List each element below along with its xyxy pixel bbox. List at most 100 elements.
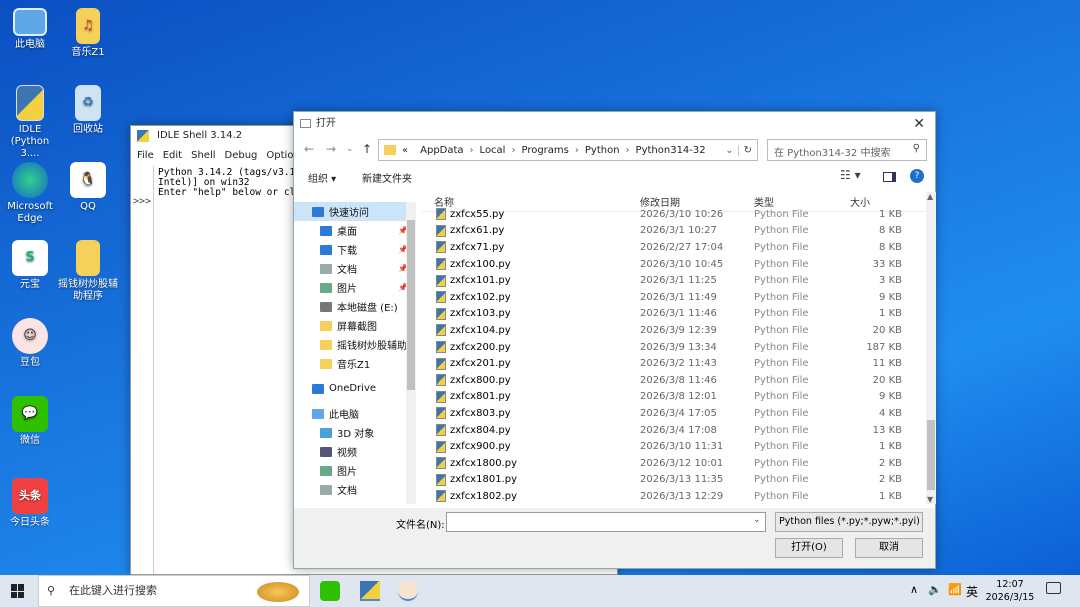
menu-shell[interactable]: Shell — [191, 150, 215, 161]
nav-item[interactable]: 文档 📌 — [294, 259, 416, 278]
clock[interactable]: 12:07 2026/3/15 — [984, 578, 1036, 604]
file-row[interactable]: zxfcx104.py 2026/3/9 12:39 Python File 20 K… — [422, 322, 926, 339]
file-date: 2026/3/1 10:27 — [640, 225, 717, 237]
nav-item[interactable]: 文档 — [294, 480, 416, 499]
desktop-icon-recycle[interactable]: ♻ 回收站 — [58, 85, 118, 136]
view-options-icon[interactable]: ☷ ▾ — [840, 168, 861, 182]
breadcrumb-appdata[interactable]: AppData — [420, 145, 463, 156]
back-arrow-icon[interactable]: ← — [304, 142, 314, 156]
desktop-icon-music[interactable]: ♫ 音乐Z1 — [58, 8, 118, 59]
list-scrollbar[interactable]: ▲ ▼ — [926, 192, 936, 504]
nav-item[interactable]: 摇钱树炒股辅助 — [294, 335, 416, 354]
filename-label: 文件名(N): — [396, 520, 445, 531]
scroll-down-icon[interactable]: ▼ — [927, 495, 933, 504]
desktop-icon-edge[interactable]: Microsoft Edge — [0, 162, 60, 225]
close-icon[interactable]: ✕ — [913, 112, 925, 136]
breadcrumb-python314[interactable]: Python314-32 — [636, 145, 706, 156]
file-name: zxfcx800.py — [450, 374, 511, 386]
breadcrumb-programs[interactable]: Programs — [521, 145, 568, 156]
scroll-up-icon[interactable]: ▲ — [927, 192, 933, 201]
desktop-icon-computer[interactable]: 此电脑 — [0, 8, 60, 51]
nav-item[interactable]: 视频 — [294, 442, 416, 461]
desktop-icon-toutiao[interactable]: 头条 今日头条 — [0, 478, 60, 529]
file-row[interactable]: zxfcx1800.py 2026/3/12 10:01 Python File 2 … — [422, 455, 926, 472]
filename-input[interactable] — [446, 512, 766, 532]
nav-scroll-thumb[interactable] — [407, 220, 415, 390]
file-name: zxfcx804.py — [450, 424, 511, 436]
nav-item[interactable]: 桌面 📌 — [294, 221, 416, 240]
nav-scrollbar[interactable] — [406, 202, 416, 504]
search-input[interactable]: 在 Python314-32 中搜索 ⚲ — [767, 139, 927, 161]
wechat-icon: 💬 — [12, 396, 48, 432]
desktop-icon-wechat[interactable]: 💬 微信 — [0, 396, 60, 447]
file-row[interactable]: zxfcx103.py 2026/3/1 11:46 Python File 1 KB — [422, 306, 926, 323]
file-row[interactable]: zxfcx201.py 2026/3/2 11:43 Python File 11 K… — [422, 355, 926, 372]
file-row[interactable]: zxfcx804.py 2026/3/4 17:08 Python File 13 K… — [422, 422, 926, 439]
cancel-button[interactable]: 取消 — [855, 538, 923, 558]
desktop-icon-stock-folder[interactable]: 摇钱树炒股辅助程序 — [58, 240, 118, 303]
nav-item[interactable]: 屏幕截图 — [294, 316, 416, 335]
nav-item[interactable]: 音乐Z1 — [294, 354, 416, 373]
network-icon[interactable]: 📶 — [948, 583, 962, 596]
ime-indicator[interactable]: 英 — [966, 583, 978, 600]
file-row[interactable]: zxfcx55.py 2026/3/10 10:26 Python File 1 KB — [422, 206, 926, 223]
file-row[interactable]: zxfcx1802.py 2026/3/13 12:29 Python File 1 … — [422, 488, 926, 504]
open-button[interactable]: 打开(O) — [775, 538, 843, 558]
taskbar-app-icon[interactable] — [398, 581, 418, 601]
file-row[interactable]: zxfcx801.py 2026/3/8 12:01 Python File 9 KB — [422, 389, 926, 406]
menu-file[interactable]: File — [137, 150, 154, 161]
nav-item[interactable]: 下载 📌 — [294, 240, 416, 259]
nav-item[interactable]: 本地磁盘 (E:) — [294, 297, 416, 316]
filename-dropdown-icon[interactable]: ⌄ — [753, 515, 761, 525]
address-bar[interactable]: « AppData › Local › Programs › Python › Pyth… — [378, 139, 758, 161]
up-arrow-icon[interactable]: ↑ — [362, 142, 372, 156]
list-scroll-thumb[interactable] — [927, 420, 935, 490]
file-row[interactable]: zxfcx71.py 2026/2/27 17:04 Python File 8 KB — [422, 239, 926, 256]
windows-start-icon[interactable] — [11, 584, 25, 598]
refresh-icon[interactable]: ↻ — [737, 144, 757, 156]
dialog-titlebar[interactable]: 打开 ✕ — [294, 112, 935, 136]
filetype-select[interactable]: Python files (*.py;*.pyw;*.pyi) — [775, 512, 923, 532]
forward-arrow-icon[interactable]: → — [326, 142, 336, 156]
taskbar-search-placeholder: 在此键入进行搜索 — [69, 584, 157, 597]
nav-item[interactable]: 图片 📌 — [294, 278, 416, 297]
desktop-icon-idle[interactable]: IDLE (Python 3.... — [0, 85, 60, 160]
file-row[interactable]: zxfcx1801.py 2026/3/13 11:35 Python File 2 … — [422, 472, 926, 489]
desktop-icon-yuanbao[interactable]: S 元宝 — [0, 240, 60, 291]
open-file-dialog[interactable]: 打开 ✕ ← → ⌄ ↑ « AppData › Local › Programs ›… — [293, 111, 936, 569]
file-row[interactable]: zxfcx803.py 2026/3/4 17:05 Python File 4 KB — [422, 405, 926, 422]
menu-edit[interactable]: Edit — [163, 150, 182, 161]
taskbar-wechat-icon[interactable] — [320, 581, 340, 601]
file-row[interactable]: zxfcx61.py 2026/3/1 10:27 Python File 8 KB — [422, 223, 926, 240]
nav-item[interactable]: 此电脑 — [294, 404, 416, 423]
nav-item[interactable]: OneDrive — [294, 379, 416, 398]
organize-button[interactable]: 组织 ▾ — [308, 170, 336, 185]
desktop-icon-doubao[interactable]: ☺ 豆包 — [0, 318, 60, 369]
file-row[interactable]: zxfcx200.py 2026/3/9 13:34 Python File 187 … — [422, 339, 926, 356]
notification-icon[interactable] — [1046, 582, 1061, 594]
recent-chevron-icon[interactable]: ⌄ — [346, 144, 354, 154]
taskbar-search-box[interactable]: ⚲ 在此键入进行搜索 — [38, 575, 310, 607]
volume-icon[interactable]: 🔈 — [928, 583, 942, 596]
breadcrumb-python[interactable]: Python — [585, 145, 620, 156]
file-date: 2026/3/12 10:01 — [640, 457, 724, 469]
file-row[interactable]: zxfcx102.py 2026/3/1 11:49 Python File 9 KB — [422, 289, 926, 306]
breadcrumb-overflow[interactable]: « — [402, 145, 408, 156]
file-row[interactable]: zxfcx900.py 2026/3/10 11:31 Python File 1 K… — [422, 438, 926, 455]
menu-options[interactable]: Optio — [266, 150, 293, 161]
menu-debug[interactable]: Debug — [225, 150, 258, 161]
desktop-icon-qq[interactable]: 🐧 QQ — [58, 162, 118, 213]
nav-item[interactable]: 图片 — [294, 461, 416, 480]
dropdown-chevron-icon[interactable]: ⌄ — [725, 145, 733, 156]
breadcrumb-local[interactable]: Local — [480, 145, 506, 156]
nav-item[interactable]: 3D 对象 — [294, 423, 416, 442]
nav-item[interactable]: 快速访问 — [294, 202, 416, 221]
new-folder-button[interactable]: 新建文件夹 — [362, 170, 412, 185]
file-row[interactable]: zxfcx100.py 2026/3/10 10:45 Python File 33 … — [422, 256, 926, 273]
file-row[interactable]: zxfcx800.py 2026/3/8 11:46 Python File 20 K… — [422, 372, 926, 389]
tray-chevron-icon[interactable]: ∧ — [910, 583, 918, 596]
help-icon[interactable]: ? — [910, 169, 924, 183]
taskbar-python-icon[interactable] — [360, 581, 380, 601]
file-row[interactable]: zxfcx101.py 2026/3/1 11:25 Python File 3 KB — [422, 272, 926, 289]
preview-pane-icon[interactable] — [883, 172, 896, 182]
